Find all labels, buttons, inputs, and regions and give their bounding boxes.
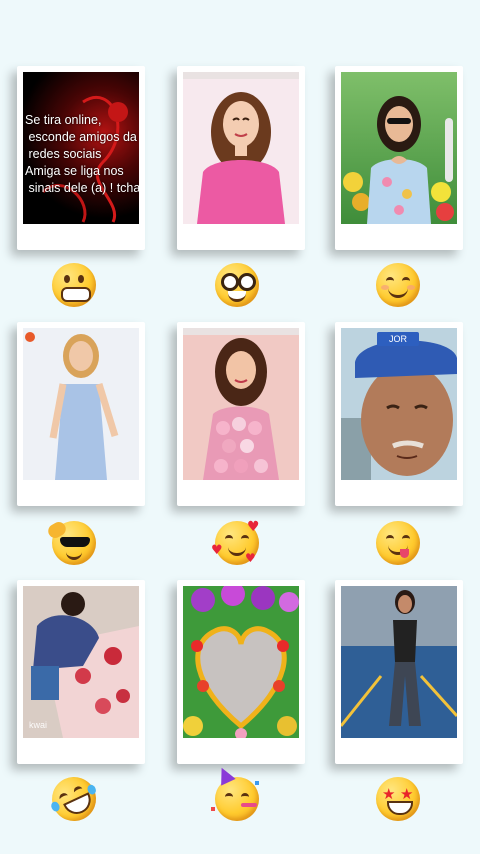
photo-card-7[interactable]: kwai — [17, 580, 145, 764]
garden-illustration — [343, 96, 454, 224]
woman-illustration — [197, 92, 285, 224]
face-savoring-food-icon — [376, 521, 420, 565]
photo-woman-garden — [341, 72, 457, 224]
woman-blue-dress-illustration — [49, 334, 119, 480]
photo-card-1[interactable]: Se tira online, esconde amigos da redes … — [17, 66, 145, 250]
photo-card-3[interactable] — [335, 66, 463, 250]
partying-face-icon — [211, 764, 259, 821]
photo-grid: Se tira online, esconde amigos da redes … — [0, 0, 480, 854]
photo-card-2[interactable] — [177, 66, 305, 250]
photo-card-6[interactable]: JOR — [335, 322, 463, 506]
smiling-face-icon — [376, 263, 420, 307]
saluting-sunglasses-face-icon — [45, 519, 96, 565]
photo-heart-frame — [183, 586, 299, 738]
old-man-illustration — [341, 340, 457, 480]
rolling-on-floor-laughing-icon — [44, 769, 104, 829]
photo-woman-gym — [341, 586, 457, 738]
photo-card-8[interactable] — [177, 580, 305, 764]
photo-card-4[interactable] — [17, 322, 145, 506]
overlay-slider — [445, 118, 453, 182]
photo-card-9[interactable] — [335, 580, 463, 764]
nerd-face-icon — [215, 263, 259, 307]
photo-card-5[interactable] — [177, 322, 305, 506]
photo-woman-pink-top — [183, 72, 299, 224]
watermark: kwai — [29, 720, 48, 730]
photo-person-bed: kwai — [23, 586, 139, 738]
person-on-bed-illustration — [31, 592, 139, 738]
smiling-face-with-hearts-icon: ♥ ♥ ♥ — [211, 519, 260, 565]
photo-text-meme: Se tira online, esconde amigos da redes … — [23, 72, 139, 224]
cap-text: JOR — [377, 332, 419, 346]
woman-flower-dress-illustration — [203, 338, 279, 480]
gym-illustration — [341, 586, 457, 738]
grimacing-face-icon — [52, 263, 96, 307]
meme-caption: Se tira online, esconde amigos da redes … — [25, 113, 139, 195]
profile-badge-icon — [25, 332, 35, 342]
photo-old-man-cap: JOR — [341, 328, 457, 480]
photo-woman-flower-dress — [183, 328, 299, 480]
star-struck-icon: ★ ★ — [376, 777, 420, 821]
heart-frame-illustration — [183, 586, 299, 738]
photo-woman-blue-dress — [23, 328, 139, 480]
